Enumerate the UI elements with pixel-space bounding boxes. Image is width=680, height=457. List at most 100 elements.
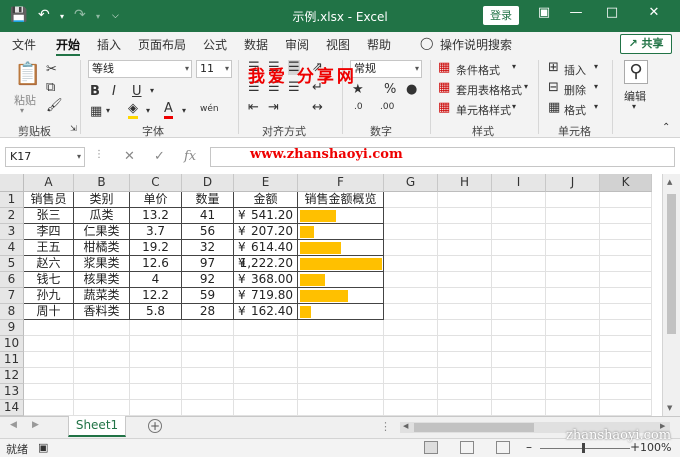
- tab-formulas[interactable]: 公式: [203, 36, 227, 53]
- insert-function-icon[interactable]: fx: [184, 149, 196, 164]
- cell[interactable]: [24, 336, 74, 352]
- amount-cell[interactable]: ¥207.20: [234, 224, 298, 240]
- cell[interactable]: [234, 384, 298, 400]
- delete-cells-icon[interactable]: ⊟: [548, 80, 559, 95]
- bold-icon[interactable]: B: [90, 84, 100, 99]
- row-header-1[interactable]: 1: [0, 192, 24, 208]
- worksheet-grid[interactable]: A B C D E F G H I J K 1 2 3 4 5 6 7 8 9 10 11 12 13 14 销售员 类别 单价 数量金…: [0, 174, 662, 416]
- cell[interactable]: [298, 384, 384, 400]
- page-break-view-icon[interactable]: [496, 441, 510, 454]
- number-format-combo[interactable]: 常规 ▾: [350, 60, 422, 78]
- border-dropdown-icon[interactable]: ▾: [106, 106, 110, 115]
- databar-cell[interactable]: [298, 272, 384, 288]
- format-painter-icon[interactable]: 🖌: [46, 98, 63, 113]
- table-header-cell[interactable]: 销售员: [24, 192, 74, 208]
- cell[interactable]: [600, 208, 652, 224]
- tab-home[interactable]: 开始: [56, 36, 81, 56]
- cell[interactable]: [546, 368, 600, 384]
- paste-dropdown-icon[interactable]: ▾: [20, 106, 24, 115]
- cell[interactable]: [492, 288, 546, 304]
- amount-cell[interactable]: ¥541.20: [234, 208, 298, 224]
- databar-cell[interactable]: [298, 256, 384, 272]
- cell[interactable]: [298, 368, 384, 384]
- column-header-b[interactable]: B: [74, 174, 130, 192]
- font-name-combo[interactable]: 等线 ▾: [88, 60, 192, 78]
- cell[interactable]: [182, 320, 234, 336]
- salesperson-cell[interactable]: 李四: [24, 224, 74, 240]
- decrease-decimal-icon[interactable]: .00: [380, 102, 394, 112]
- cell[interactable]: [546, 240, 600, 256]
- salesperson-cell[interactable]: 赵六: [24, 256, 74, 272]
- cell[interactable]: [438, 400, 492, 416]
- table-header-cell[interactable]: 单价: [130, 192, 182, 208]
- cell[interactable]: [546, 400, 600, 416]
- cancel-icon[interactable]: ✕: [124, 149, 135, 164]
- table-format-button[interactable]: 套用表格格式: [456, 82, 522, 98]
- databar-cell[interactable]: [298, 304, 384, 320]
- chevron-down-icon[interactable]: ▾: [594, 82, 598, 91]
- cell[interactable]: [298, 400, 384, 416]
- databar-cell[interactable]: [298, 288, 384, 304]
- cell[interactable]: [546, 208, 600, 224]
- cell[interactable]: [24, 384, 74, 400]
- column-header-k[interactable]: K: [600, 174, 652, 192]
- cell[interactable]: [492, 400, 546, 416]
- cell[interactable]: [546, 192, 600, 208]
- cell[interactable]: [600, 288, 652, 304]
- price-cell[interactable]: 19.2: [130, 240, 182, 256]
- quantity-cell[interactable]: 59: [182, 288, 234, 304]
- amount-cell[interactable]: ¥719.80: [234, 288, 298, 304]
- cell[interactable]: [298, 320, 384, 336]
- cell[interactable]: [492, 368, 546, 384]
- cell[interactable]: [492, 256, 546, 272]
- cell[interactable]: [384, 336, 438, 352]
- underline-icon[interactable]: U: [132, 84, 142, 99]
- clipboard-launcher-icon[interactable]: ⇲: [70, 124, 77, 133]
- cell[interactable]: [130, 400, 182, 416]
- chevron-down-icon[interactable]: ▾: [594, 62, 598, 71]
- cell[interactable]: [600, 240, 652, 256]
- cell[interactable]: [384, 240, 438, 256]
- cell[interactable]: [130, 352, 182, 368]
- cell[interactable]: [438, 320, 492, 336]
- format-cells-icon[interactable]: ▦: [548, 100, 560, 115]
- cell[interactable]: [546, 256, 600, 272]
- cell[interactable]: [384, 288, 438, 304]
- cell[interactable]: [74, 400, 130, 416]
- cell[interactable]: [74, 368, 130, 384]
- cell[interactable]: [600, 192, 652, 208]
- row-header-13[interactable]: 13: [0, 384, 24, 400]
- column-header-j[interactable]: J: [546, 174, 600, 192]
- row-header-9[interactable]: 9: [0, 320, 24, 336]
- quantity-cell[interactable]: 41: [182, 208, 234, 224]
- salesperson-cell[interactable]: 王五: [24, 240, 74, 256]
- cell[interactable]: [384, 384, 438, 400]
- chevron-down-icon[interactable]: ▾: [512, 102, 516, 111]
- fill-color-dropdown-icon[interactable]: ▾: [146, 106, 150, 115]
- cell[interactable]: [182, 352, 234, 368]
- macro-record-icon[interactable]: ▣: [38, 441, 48, 454]
- delete-cells-button[interactable]: 删除: [564, 82, 586, 98]
- login-button[interactable]: 登录: [483, 6, 519, 25]
- cell[interactable]: [438, 256, 492, 272]
- border-icon[interactable]: ▦: [90, 104, 102, 119]
- select-all-corner[interactable]: [0, 174, 24, 192]
- cell[interactable]: [600, 272, 652, 288]
- cell[interactable]: [492, 224, 546, 240]
- phonetic-icon[interactable]: wén: [200, 104, 219, 114]
- cell[interactable]: [492, 272, 546, 288]
- sheet-tab-sheet1[interactable]: Sheet1: [68, 416, 126, 437]
- databar-cell[interactable]: [298, 208, 384, 224]
- cell[interactable]: [546, 336, 600, 352]
- category-cell[interactable]: 瓜类: [74, 208, 130, 224]
- collapse-ribbon-icon[interactable]: ⌃: [662, 122, 670, 133]
- row-header-10[interactable]: 10: [0, 336, 24, 352]
- cell[interactable]: [492, 336, 546, 352]
- zoom-slider-handle[interactable]: [582, 443, 585, 453]
- horizontal-scroll-thumb[interactable]: [414, 423, 534, 432]
- scroll-left-icon[interactable]: ◀: [403, 422, 408, 430]
- fill-color-icon[interactable]: ◈: [128, 102, 138, 119]
- row-header-5[interactable]: 5: [0, 256, 24, 272]
- amount-cell[interactable]: ¥162.40: [234, 304, 298, 320]
- quantity-cell[interactable]: 97: [182, 256, 234, 272]
